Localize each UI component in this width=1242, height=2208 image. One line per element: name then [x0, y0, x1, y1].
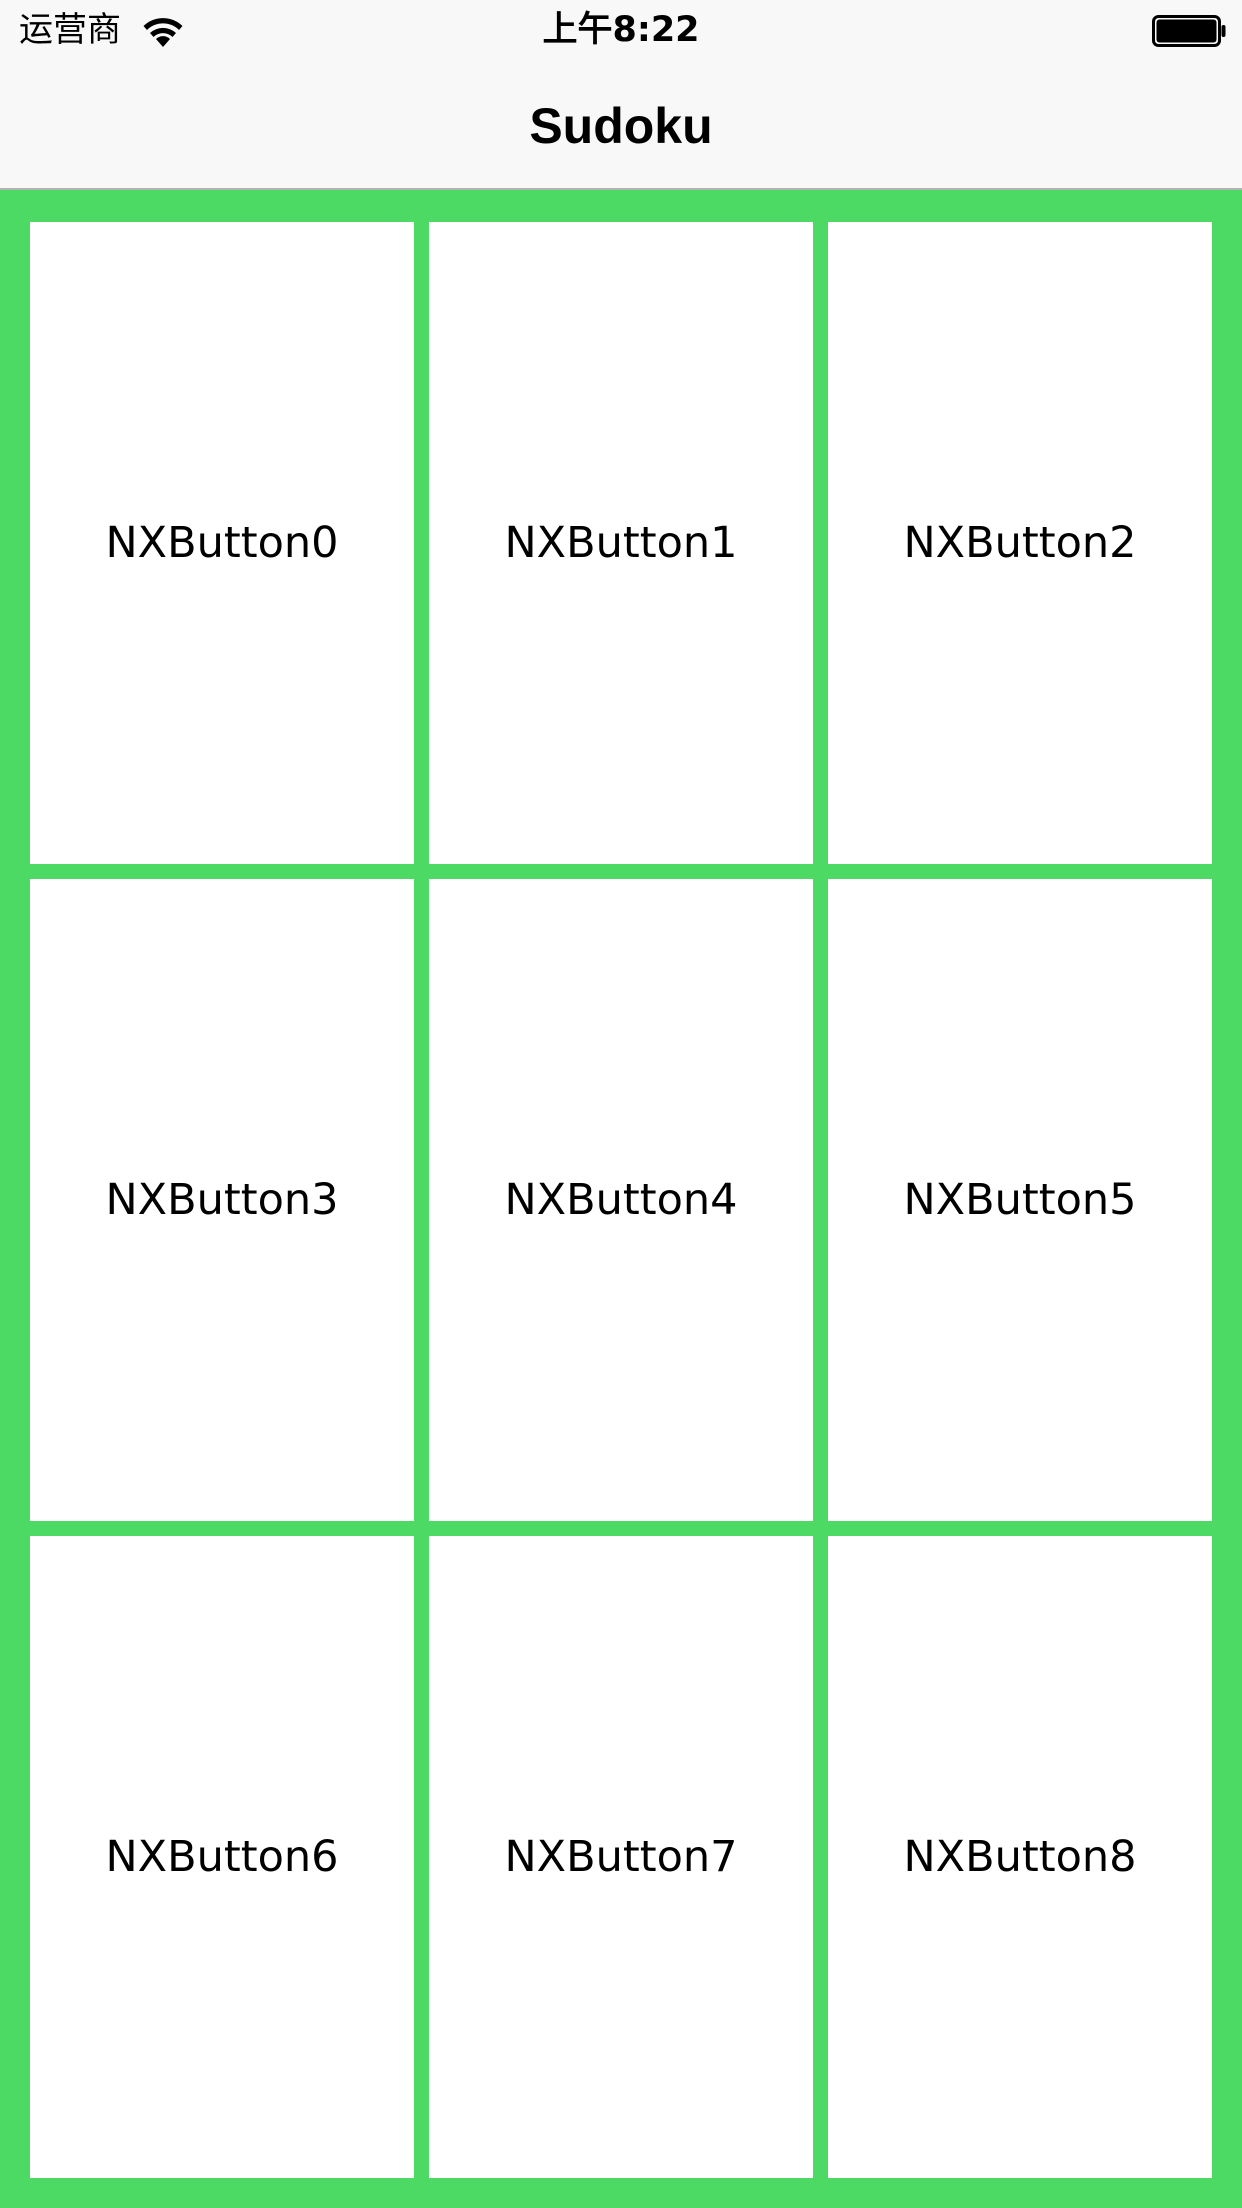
top-bar: 运营商 上午8:22 Sudoku: [0, 0, 1242, 190]
grid-button-6[interactable]: NXButton6: [30, 1536, 414, 2178]
grid-button-7[interactable]: NXButton7: [429, 1536, 813, 2178]
grid-button-5[interactable]: NXButton5: [828, 879, 1212, 1521]
status-bar: 运营商 上午8:22: [0, 0, 1242, 60]
grid-button-3[interactable]: NXButton3: [30, 879, 414, 1521]
grid-button-4[interactable]: NXButton4: [429, 879, 813, 1521]
sudoku-grid: NXButton0 NXButton1 NXButton2 NXButton3 …: [30, 222, 1212, 2178]
page-title: Sudoku: [529, 98, 713, 154]
grid-button-2[interactable]: NXButton2: [828, 222, 1212, 864]
battery-icon: [1152, 15, 1228, 47]
grid-button-8[interactable]: NXButton8: [828, 1536, 1212, 2178]
clock: 上午8:22: [542, 10, 700, 50]
grid-button-1[interactable]: NXButton1: [429, 222, 813, 864]
grid-button-0[interactable]: NXButton0: [30, 222, 414, 864]
